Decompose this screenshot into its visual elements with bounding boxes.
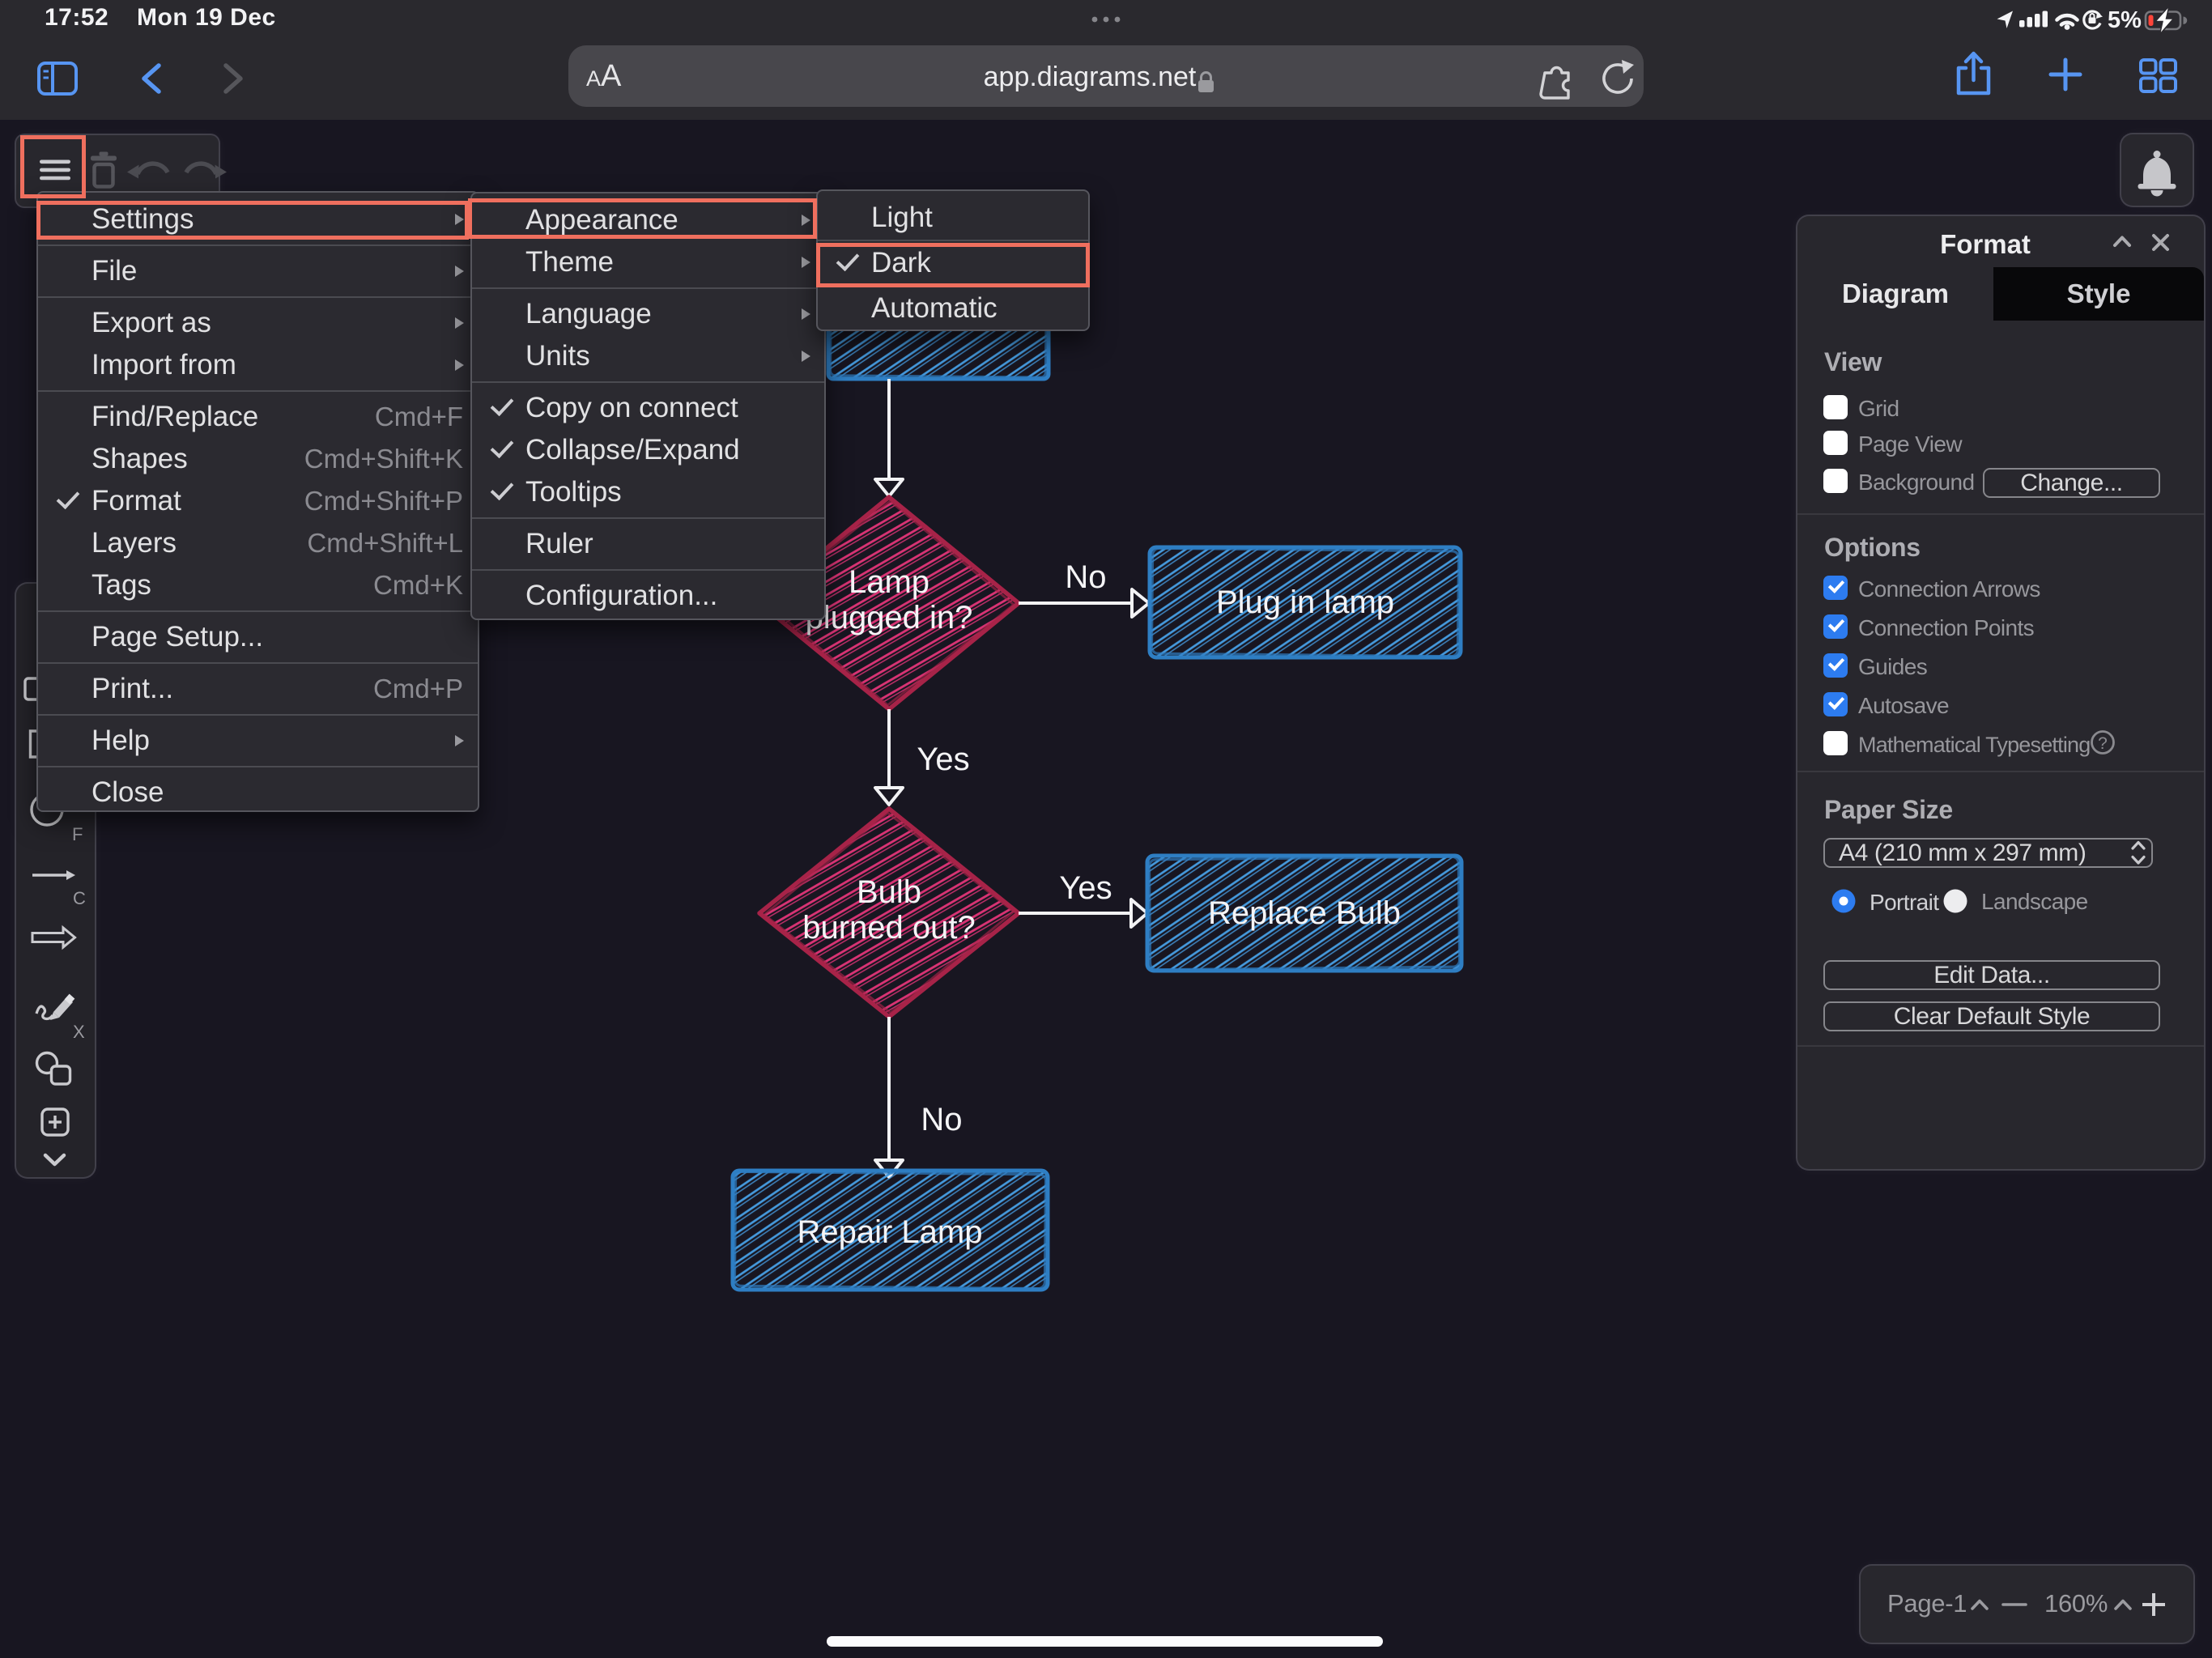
svg-text:F: F [72,824,83,844]
svg-text:C: C [73,888,86,908]
svg-text:X: X [73,1022,85,1042]
svg-text:?: ? [2098,734,2108,753]
